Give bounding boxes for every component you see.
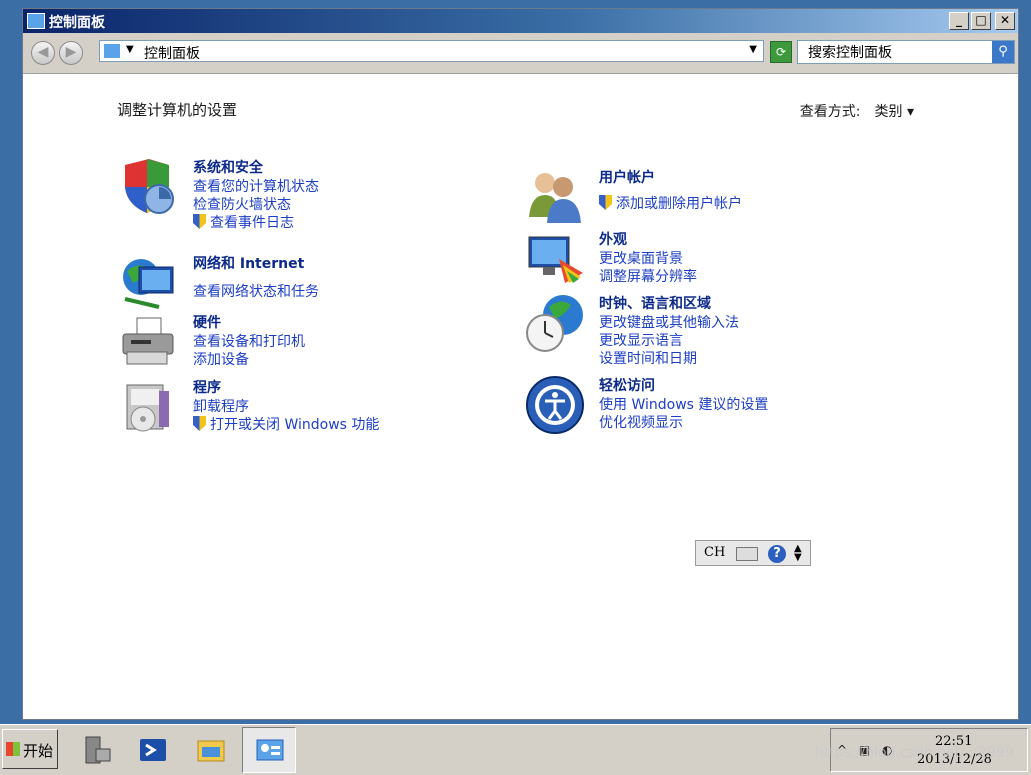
taskbar-explorer[interactable] — [184, 727, 238, 773]
link-view-computer-status[interactable]: 查看您的计算机状态 — [193, 178, 319, 196]
breadcrumb-control-panel[interactable]: 控制面板 — [144, 43, 200, 63]
view-by-select[interactable]: 类别 ▾ — [875, 104, 914, 120]
category-title[interactable]: 用户帐户 — [599, 167, 742, 187]
control-panel-icon — [256, 739, 284, 761]
maximize-button[interactable]: □ — [971, 12, 991, 30]
langbar-options-icon[interactable]: ▲ ▼ — [794, 544, 802, 563]
page-heading: 调整计算机的设置 — [117, 101, 238, 119]
start-label: 开始 — [23, 742, 54, 760]
printer-icon — [122, 317, 174, 365]
network-globe-icon — [123, 259, 174, 309]
search-icon[interactable]: ⚲ — [992, 41, 1014, 63]
back-button[interactable]: ◀ — [31, 41, 55, 65]
link-change-keyboard[interactable]: 更改键盘或其他输入法 — [599, 314, 739, 332]
category-title[interactable]: 硬件 — [193, 312, 305, 332]
programs-box-icon — [126, 384, 169, 432]
ease-of-access-icon — [526, 376, 584, 434]
address-dropdown-icon[interactable]: ▼ — [749, 44, 757, 55]
link-set-time-date[interactable]: 设置时间和日期 — [599, 350, 739, 368]
taskbar-powershell[interactable] — [126, 727, 180, 773]
link-add-remove-accounts[interactable]: 添加或删除用户帐户 — [599, 195, 742, 213]
users-icon — [529, 173, 581, 223]
server-manager-icon — [85, 736, 111, 764]
view-by: 查看方式: 类别 ▾ — [800, 101, 914, 121]
watermark: https://blog.csdn.net/...2999 — [815, 745, 1014, 761]
link-windows-features[interactable]: 打开或关闭 Windows 功能 — [193, 416, 379, 434]
windows-logo-icon — [6, 742, 20, 756]
language-bar: CH ? ▲ ▼ — [695, 540, 811, 566]
search-input[interactable] — [806, 43, 990, 61]
taskbar-control-panel[interactable] — [242, 727, 296, 773]
close-button[interactable]: ✕ — [995, 12, 1015, 30]
link-view-event-logs[interactable]: 查看事件日志 — [193, 214, 319, 232]
language-indicator[interactable]: CH — [704, 545, 725, 560]
refresh-button[interactable]: ⟳ — [770, 41, 792, 63]
minimize-button[interactable]: _ — [949, 12, 969, 30]
category-title[interactable]: 程序 — [193, 377, 379, 397]
category-title[interactable]: 轻松访问 — [599, 375, 768, 395]
uac-shield-icon — [193, 416, 206, 431]
link-recommended-settings[interactable]: 使用 Windows 建议的设置 — [599, 396, 768, 414]
breadcrumb-chevron-icon[interactable]: ▼ — [126, 44, 134, 55]
control-panel-window: 控制面板 _ □ ✕ ◀ ▶ ▼ 控制面板 ▼ ⟳ ⚲ 调整计算机的设置 查看方… — [22, 8, 1019, 720]
link-add-device[interactable]: 添加设备 — [193, 351, 305, 369]
search-box: ⚲ — [797, 40, 1015, 64]
folder-icon — [197, 740, 225, 762]
title-bar[interactable]: 控制面板 _ □ ✕ — [23, 9, 1018, 33]
window-title: 控制面板 — [49, 15, 105, 31]
monitor-palette-icon — [528, 236, 583, 283]
start-button[interactable]: 开始 — [2, 729, 58, 769]
powershell-icon — [140, 739, 166, 761]
address-bar: ◀ ▶ ▼ 控制面板 ▼ ⟳ ⚲ — [23, 33, 1018, 74]
category-title[interactable]: 外观 — [599, 229, 697, 249]
clock-globe-icon — [526, 295, 583, 352]
link-network-status[interactable]: 查看网络状态和任务 — [193, 283, 319, 301]
category-title[interactable]: 网络和 Internet — [193, 253, 319, 273]
link-devices-printers[interactable]: 查看设备和打印机 — [193, 333, 305, 351]
uac-shield-icon — [193, 214, 206, 229]
link-optimize-video[interactable]: 优化视频显示 — [599, 414, 768, 432]
link-check-firewall[interactable]: 检查防火墙状态 — [193, 196, 319, 214]
link-change-background[interactable]: 更改桌面背景 — [599, 250, 697, 268]
link-change-display-language[interactable]: 更改显示语言 — [599, 332, 739, 350]
link-uninstall-program[interactable]: 卸载程序 — [193, 398, 379, 416]
help-icon[interactable]: ? — [768, 545, 786, 563]
uac-shield-icon — [599, 195, 612, 210]
taskbar-server-manager[interactable] — [70, 727, 124, 773]
link-screen-resolution[interactable]: 调整屏幕分辨率 — [599, 268, 697, 286]
forward-button[interactable]: ▶ — [59, 41, 83, 65]
keyboard-icon[interactable] — [736, 547, 758, 561]
view-by-label: 查看方式: — [799, 104, 861, 120]
category-title[interactable]: 系统和安全 — [193, 157, 319, 177]
category-title[interactable]: 时钟、语言和区域 — [599, 293, 739, 313]
control-panel-icon — [104, 44, 120, 58]
security-shield-icon — [125, 159, 174, 214]
address-box[interactable]: ▼ 控制面板 ▼ — [99, 40, 764, 62]
control-panel-icon — [27, 13, 45, 29]
